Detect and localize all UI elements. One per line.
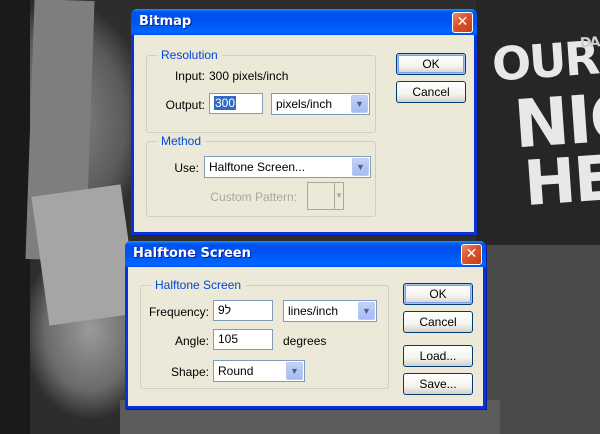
halftone-dialog: Halftone Screen ✕ Halftone Screen Freque… — [125, 241, 486, 409]
output-unit-select[interactable]: pixels/inch ▼ — [271, 93, 370, 115]
bitmap-dialog: Bitmap ✕ Resolution Input: 300 pixels/in… — [131, 9, 477, 235]
input-label: Input: — [174, 69, 205, 83]
frequency-unit-select[interactable]: lines/inch ▼ — [283, 300, 377, 322]
paper-scrap — [31, 184, 139, 326]
angle-label: Angle: — [174, 334, 209, 348]
load-button[interactable]: Load... — [403, 345, 473, 367]
bitmap-ok-button[interactable]: OK — [396, 53, 466, 75]
input-value: 300 pixels/inch — [209, 69, 289, 83]
shape-label: Shape: — [170, 365, 209, 379]
paper-scrap — [486, 245, 600, 434]
frequency-unit-value: lines/inch — [288, 304, 339, 318]
resolution-legend: Resolution — [157, 48, 222, 62]
chevron-down-icon[interactable]: ▼ — [352, 158, 369, 176]
halftone-ok-button[interactable]: OK — [403, 283, 473, 305]
output-resolution-field[interactable]: 300 — [209, 93, 263, 114]
halftone-legend: Halftone Screen — [151, 278, 246, 292]
shape-value: Round — [218, 364, 254, 378]
halftone-title: Halftone Screen — [133, 246, 251, 261]
method-group: Method Use: Halftone Screen... ▼ Custom … — [146, 134, 376, 217]
chevron-down-icon[interactable]: ▼ — [358, 302, 375, 320]
output-label: Output: — [165, 98, 205, 112]
custom-pattern-picker[interactable]: ▼ — [307, 182, 344, 210]
chevron-down-icon: ▼ — [334, 183, 343, 209]
frequency-field[interactable]: 9ל — [213, 300, 273, 321]
close-icon[interactable]: ✕ — [461, 244, 482, 265]
method-use-value: Halftone Screen... — [209, 160, 306, 174]
output-unit-value: pixels/inch — [276, 97, 333, 111]
save-button[interactable]: Save... — [403, 373, 473, 395]
method-legend: Method — [157, 134, 206, 148]
shape-select[interactable]: Round ▼ — [213, 360, 305, 382]
halftone-group: Halftone Screen Frequency: 9ל lines/inch… — [140, 278, 389, 389]
method-use-select[interactable]: Halftone Screen... ▼ — [204, 156, 371, 178]
halftone-titlebar[interactable]: Halftone Screen ✕ — [125, 241, 486, 267]
angle-unit: degrees — [283, 334, 327, 348]
poster-text: DA — [579, 34, 600, 52]
bitmap-titlebar[interactable]: Bitmap ✕ — [131, 9, 477, 35]
custom-pattern-label: Custom Pattern: — [210, 190, 297, 204]
chevron-down-icon[interactable]: ▼ — [286, 362, 303, 380]
frequency-label: Frequency: — [148, 305, 209, 319]
chevron-down-icon[interactable]: ▼ — [351, 95, 368, 113]
dark-strip — [0, 0, 30, 434]
poster-text: HE — [521, 140, 600, 221]
bitmap-cancel-button[interactable]: Cancel — [396, 81, 466, 103]
resolution-group: Resolution Input: 300 pixels/inch Output… — [146, 48, 376, 133]
use-label: Use: — [174, 161, 199, 175]
angle-field[interactable]: 105 — [213, 329, 273, 350]
close-icon[interactable]: ✕ — [452, 12, 473, 33]
output-resolution-value: 300 — [214, 96, 237, 110]
bitmap-title: Bitmap — [139, 14, 192, 29]
halftone-cancel-button[interactable]: Cancel — [403, 311, 473, 333]
